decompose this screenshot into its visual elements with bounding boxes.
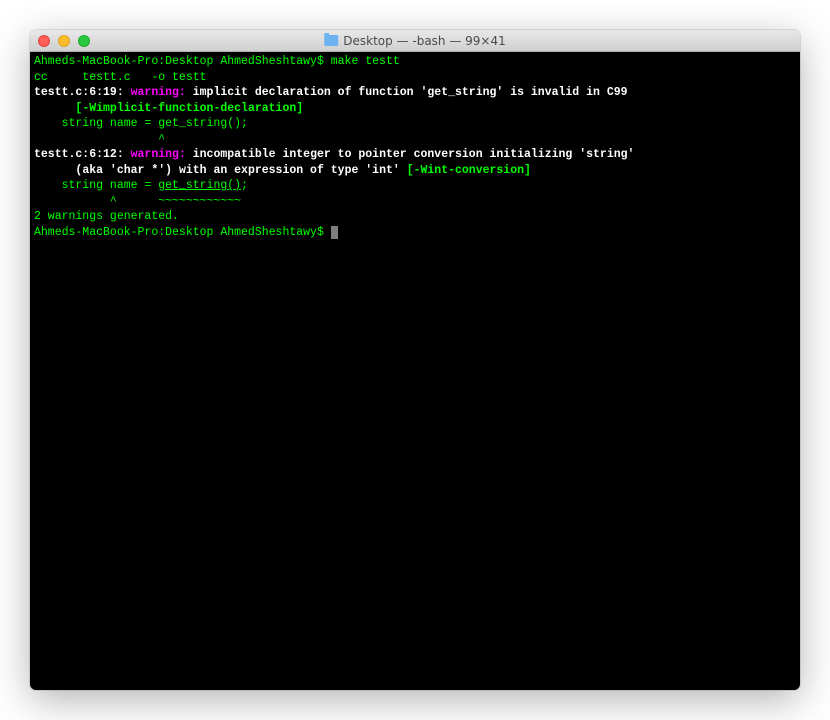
traffic-lights — [38, 35, 90, 47]
warning1-code: string name = get_string(); — [34, 116, 796, 132]
warning2-code: string name = get_string(); — [34, 178, 796, 194]
maximize-button[interactable] — [78, 35, 90, 47]
titlebar[interactable]: Desktop — -bash — 99×41 — [30, 30, 800, 52]
warning2-flag: [-Wint-conversion] — [407, 164, 531, 177]
folder-icon — [324, 35, 338, 46]
terminal-window: Desktop — -bash — 99×41 Ahmeds-MacBook-P… — [30, 30, 800, 690]
shell-prompt-2: Ahmeds-MacBook-Pro:Desktop AhmedSheshtaw… — [34, 226, 331, 239]
close-button[interactable] — [38, 35, 50, 47]
cursor — [331, 226, 338, 239]
warning1-location: testt.c:6:19: — [34, 86, 131, 99]
warning2-label: warning: — [131, 148, 193, 161]
shell-prompt: Ahmeds-MacBook-Pro:Desktop AhmedSheshtaw… — [34, 55, 331, 68]
warning1-caret: ^ — [34, 132, 796, 148]
warnings-summary: 2 warnings generated. — [34, 209, 796, 225]
command-text: make testt — [331, 55, 400, 68]
window-title: Desktop — -bash — 99×41 — [343, 34, 506, 48]
warning2-message-cont: (aka 'char *') with an expression of typ… — [75, 164, 406, 177]
warning2-caret: ^ ~~~~~~~~~~~~ — [34, 194, 796, 210]
warning1-label: warning: — [131, 86, 193, 99]
terminal-content[interactable]: Ahmeds-MacBook-Pro:Desktop AhmedSheshtaw… — [30, 52, 800, 690]
warning1-message: implicit declaration of function 'get_st… — [193, 86, 628, 99]
window-title-container: Desktop — -bash — 99×41 — [324, 34, 506, 48]
warning2-message: incompatible integer to pointer conversi… — [193, 148, 635, 161]
warning1-flag: [-Wimplicit-function-declaration] — [75, 102, 303, 115]
compiler-invocation: cc testt.c -o testt — [34, 70, 796, 86]
minimize-button[interactable] — [58, 35, 70, 47]
warning2-location: testt.c:6:12: — [34, 148, 131, 161]
